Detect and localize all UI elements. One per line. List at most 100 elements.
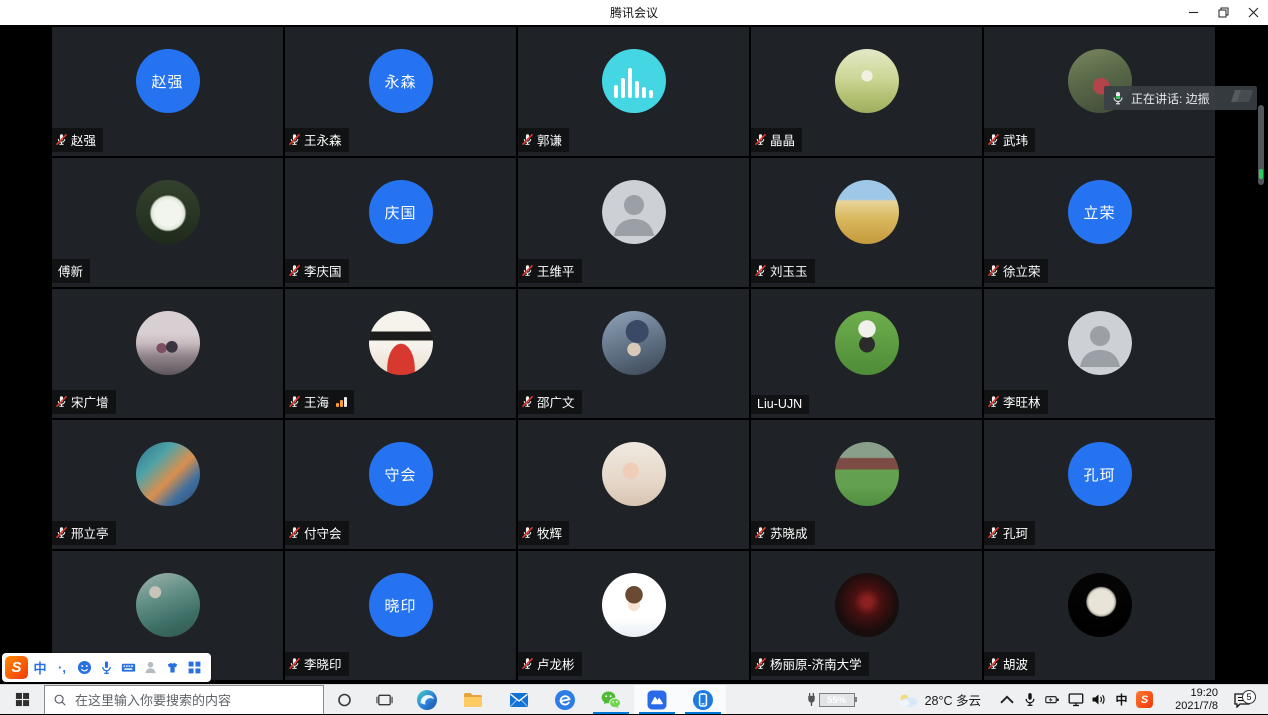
participant-tile[interactable]: 邵广文 (518, 289, 749, 418)
taskbar-app-wechat[interactable] (588, 685, 634, 714)
taskbar-app-tencent-meeting[interactable] (634, 685, 680, 714)
participant-name: 王永森 (304, 130, 342, 149)
sogou-sogou-logo-icon[interactable]: S (5, 656, 28, 679)
taskbar-app-blue-e[interactable] (542, 685, 588, 714)
battery-widget[interactable]: 55% (806, 692, 855, 707)
start-button[interactable] (0, 685, 44, 714)
sogou-logo: S (1136, 691, 1153, 708)
tray-power-icon[interactable] (1041, 685, 1064, 715)
participant-name-label: 宋广增 (52, 390, 116, 414)
taskbar-search[interactable] (44, 685, 324, 714)
sogou-person-icon[interactable] (140, 657, 160, 679)
mic-muted-icon (754, 133, 767, 146)
participant-tile[interactable]: 杨丽原-济南大学 (751, 551, 982, 680)
cloudy-icon (897, 692, 919, 708)
mic-muted-icon (55, 133, 68, 146)
participant-name-label: 卢龙彬 (518, 652, 582, 676)
tray-network-display-icon[interactable] (1064, 685, 1087, 715)
participant-tile[interactable]: 晓印 李晓印 (285, 551, 516, 680)
participant-name: 邵广文 (537, 392, 575, 411)
tray-volume-icon[interactable] (1087, 685, 1110, 715)
taskbar-clock[interactable]: 19:20 2021/7/8 (1156, 687, 1222, 713)
participant-tile[interactable]: 牧辉 (518, 420, 749, 549)
restore-button[interactable] (1208, 0, 1238, 25)
participant-tile[interactable]: 卢龙彬 (518, 551, 749, 680)
participant-name: 王维平 (537, 261, 575, 280)
close-button[interactable] (1238, 0, 1268, 25)
participant-tile[interactable]: 胡波 (984, 551, 1215, 680)
mic-muted-icon (288, 657, 301, 670)
participant-name: 李旺林 (1003, 392, 1041, 411)
taskbar-app-edge[interactable] (404, 685, 450, 714)
grid-scrollbar[interactable] (1258, 105, 1264, 185)
mic-muted-icon (754, 657, 767, 670)
participant-tile[interactable]: 李旺林 (984, 289, 1215, 418)
mic-muted-icon (288, 526, 301, 539)
taskbar-app-your-phone[interactable] (680, 685, 726, 714)
sogou-skin-icon[interactable] (162, 657, 182, 679)
avatar-initials-text: 赵强 (151, 71, 183, 92)
participant-name-label: 王海 (285, 390, 354, 414)
participant-avatar-photo (136, 442, 200, 506)
tray-microphone-icon[interactable] (1018, 685, 1041, 715)
sogou-punctuation-icon[interactable]: ·, (52, 657, 72, 679)
participant-tile[interactable]: 傅新 (52, 158, 283, 287)
participant-tile[interactable]: 王海 (285, 289, 516, 418)
participant-name: 邢立亭 (71, 523, 109, 542)
search-input[interactable] (75, 693, 315, 708)
cortana-button[interactable] (324, 685, 364, 714)
participant-tile[interactable]: 邢立亭 (52, 420, 283, 549)
sogou-keyboard-icon[interactable] (118, 657, 138, 679)
participant-name-label: 武玮 (984, 128, 1035, 152)
taskbar-tray: 55% 28°C 多云 中S 19:20 2021/7/8 5 (806, 685, 1268, 714)
battery-bar: 55% (819, 693, 855, 707)
scrollbar-indicator (1259, 169, 1263, 179)
meeting-logo-watermark (1233, 89, 1251, 107)
participant-name-label: 付守会 (285, 521, 349, 545)
participant-tile[interactable]: 晶晶 (751, 27, 982, 156)
participant-name: 傅新 (58, 261, 83, 280)
task-view-button[interactable] (364, 685, 404, 714)
participant-avatar-photo (136, 573, 200, 637)
participant-avatar-initials: 孔珂 (1068, 442, 1132, 506)
sogou-voice-input-icon[interactable] (96, 657, 116, 679)
window-titlebar[interactable]: 腾讯会议 (0, 0, 1268, 25)
participant-tile[interactable]: 宋广增 (52, 289, 283, 418)
participant-tile[interactable]: 立荣 徐立荣 (984, 158, 1215, 287)
participant-name-label: 杨丽原-济南大学 (751, 652, 869, 676)
participant-tile[interactable]: 守会 付守会 (285, 420, 516, 549)
participant-name: 晶晶 (770, 130, 795, 149)
participant-name: 李晓印 (304, 654, 342, 673)
participant-tile[interactable]: 庆国 李庆国 (285, 158, 516, 287)
hidden-icons-chevron[interactable] (995, 685, 1018, 715)
mic-muted-icon (521, 133, 534, 146)
participant-avatar-initials: 守会 (369, 442, 433, 506)
participant-tile[interactable]: 郭谦 (518, 27, 749, 156)
tray-sogou-icon[interactable]: S (1133, 685, 1156, 715)
minimize-button[interactable] (1178, 0, 1208, 25)
action-center-button[interactable]: 5 (1222, 692, 1262, 708)
taskbar-app-file-explorer[interactable] (450, 685, 496, 714)
participant-avatar-photo (136, 311, 200, 375)
sogou-toolbox-icon[interactable] (184, 657, 204, 679)
window-controls (1178, 0, 1268, 25)
mic-muted-icon (521, 264, 534, 277)
sogou-chinese-mode-icon[interactable]: 中 (30, 657, 50, 679)
sogou-emoji-icon[interactable] (74, 657, 94, 679)
participant-tile[interactable]: Liu-UJN (751, 289, 982, 418)
taskbar-app-mail[interactable] (496, 685, 542, 714)
participant-name-label: 郭谦 (518, 128, 569, 152)
participant-tile[interactable]: 王维平 (518, 158, 749, 287)
weather-widget[interactable]: 28°C 多云 (897, 690, 981, 709)
tray-ime-chinese-icon[interactable]: 中 (1110, 685, 1133, 715)
participant-tile[interactable]: 刘玉玉 (751, 158, 982, 287)
participant-tile[interactable]: 苏晓成 (751, 420, 982, 549)
participant-tile[interactable]: 永森 王永森 (285, 27, 516, 156)
speaking-indicator-text: 正在讲话: 边振 (1131, 90, 1210, 107)
participant-tile[interactable]: 赵强 赵强 (52, 27, 283, 156)
participant-grid: 赵强 赵强永森 王永森 郭谦 晶晶 武玮傅新 庆国 李庆国 王维平 刘玉玉立荣 徐… (52, 27, 1215, 680)
participant-name: 王海 (304, 392, 329, 411)
mic-muted-icon (55, 395, 68, 408)
participant-tile[interactable]: 孔珂 孔珂 (984, 420, 1215, 549)
participant-name-label: 晶晶 (751, 128, 802, 152)
